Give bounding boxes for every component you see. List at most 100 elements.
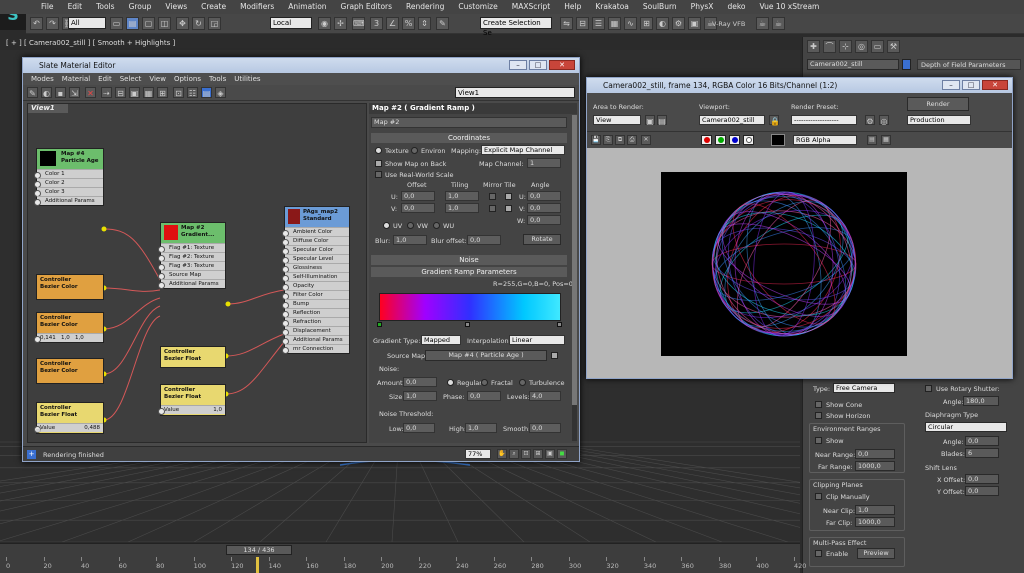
shutter-angle-field[interactable]: 180,0 xyxy=(963,396,999,406)
environment-icon[interactable]: ◎ xyxy=(879,115,889,126)
node-controller-float-1[interactable]: Controller Bezier Float Value 0,488 xyxy=(34,402,104,434)
pivot-icon[interactable]: ◉ xyxy=(318,17,331,30)
pags-slot-self-illumination[interactable]: Self-Illumination xyxy=(282,272,349,282)
lock-icon[interactable]: 🔒 xyxy=(769,115,780,126)
map2-slot-flag1[interactable]: Flag #1: Texture xyxy=(158,243,225,253)
save-image-icon[interactable]: 💾 xyxy=(591,135,601,145)
environ-radio[interactable] xyxy=(411,147,418,154)
menu-customize[interactable]: Customize xyxy=(451,0,504,14)
v-angle-field[interactable]: 0,0 xyxy=(527,203,561,213)
time-slider[interactable]: 134 / 436 xyxy=(226,545,292,555)
clip-manually-checkbox[interactable] xyxy=(815,493,822,500)
pags-slot-mr-connection[interactable]: mr Connection xyxy=(282,344,349,354)
node-controller-float-3[interactable]: Controller Bezier Float Value 1,0 xyxy=(158,384,226,416)
render-mode-dropdown[interactable]: Production xyxy=(907,115,971,125)
pags-slot-glossiness[interactable]: Glossiness xyxy=(282,263,349,273)
source-map-button[interactable]: Map #4 ( Particle Age ) xyxy=(425,350,547,361)
curve-editor-icon[interactable]: ∿ xyxy=(624,17,637,30)
menu-file[interactable]: File xyxy=(34,0,61,14)
layout-children-icon[interactable]: ⊡ xyxy=(173,87,184,98)
object-name-field[interactable]: Camera002_still xyxy=(807,59,899,70)
real-world-checkbox[interactable] xyxy=(375,171,382,178)
material-editor-icon[interactable]: ◐ xyxy=(656,17,669,30)
w-angle-field[interactable]: 0,0 xyxy=(527,215,561,225)
object-color-swatch[interactable] xyxy=(902,59,911,70)
slate-menu-select[interactable]: Select xyxy=(116,73,146,85)
render-close-button[interactable]: ✕ xyxy=(982,80,1008,90)
noise-rollout-header[interactable]: Noise xyxy=(371,255,567,265)
clear-icon[interactable]: ✕ xyxy=(641,135,651,145)
menu-help[interactable]: Help xyxy=(557,0,588,14)
rendered-image[interactable] xyxy=(661,172,907,356)
redo-icon[interactable]: ↷ xyxy=(46,17,59,30)
align-icon[interactable]: ⊟ xyxy=(576,17,589,30)
slate-menu-material[interactable]: Material xyxy=(58,73,94,85)
menu-vue-10-xstream[interactable]: Vue 10 xStream xyxy=(752,0,826,14)
render-setup-small-icon[interactable]: ⚙ xyxy=(865,115,875,126)
display-tab-icon[interactable]: ▭ xyxy=(871,40,884,53)
binoculars-icon[interactable]: ⚭ xyxy=(34,426,42,437)
edit-named-selection-icon[interactable]: ✎ xyxy=(436,17,449,30)
status-plus-icon[interactable]: + xyxy=(27,450,36,459)
slate-menu-view[interactable]: View xyxy=(145,73,170,85)
show-background-icon[interactable]: ▦ xyxy=(143,87,154,98)
menu-tools[interactable]: Tools xyxy=(89,0,121,14)
menu-edit[interactable]: Edit xyxy=(61,0,90,14)
zoom-region-icon[interactable]: ⊡ xyxy=(521,449,531,459)
amount-field[interactable]: 0,0 xyxy=(403,377,437,387)
pags-slot-reflection[interactable]: Reflection xyxy=(282,308,349,318)
graphite-icon[interactable]: ▦ xyxy=(608,17,621,30)
mp-enable-checkbox[interactable] xyxy=(815,550,822,557)
zoom-extents-icon[interactable]: ⊞ xyxy=(533,449,543,459)
menu-animation[interactable]: Animation xyxy=(281,0,333,14)
camera-type-dropdown[interactable]: Free Camera xyxy=(833,383,895,393)
u-offset-field[interactable]: 0,0 xyxy=(401,191,435,201)
map4-slot-color2[interactable]: Color 2 xyxy=(34,178,103,188)
pags-slot-refraction[interactable]: Refraction xyxy=(282,317,349,327)
window-crossing-icon[interactable]: ◫ xyxy=(158,17,171,30)
source-map-checkbox[interactable] xyxy=(551,352,558,359)
map2-slot-source[interactable]: Source Map xyxy=(158,270,225,280)
move-icon[interactable]: ✥ xyxy=(176,17,189,30)
snap-icon[interactable]: 3 xyxy=(370,17,383,30)
schematic-view-icon[interactable]: ⊞ xyxy=(640,17,653,30)
rendered-frame-icon[interactable]: ▣ xyxy=(688,17,701,30)
wu-radio[interactable] xyxy=(433,222,440,229)
select-manipulate-icon[interactable]: ✢ xyxy=(334,17,347,30)
u-angle-field[interactable]: 0,0 xyxy=(527,191,561,201)
y-offset-field[interactable]: 0,0 xyxy=(965,486,999,496)
c2-val-2[interactable]: 1,0 xyxy=(61,335,70,341)
node-map2-gradient[interactable]: Map #2 Gradient... Flag #1: Texture Flag … xyxy=(158,222,226,289)
node-controller-color-1[interactable]: Controller Bezier Color xyxy=(36,274,104,300)
assign-material-icon[interactable]: ▪ xyxy=(55,87,66,98)
clone-window-icon[interactable]: ⧉ xyxy=(615,135,625,145)
render-preset-dropdown[interactable]: ------------------- xyxy=(791,115,857,125)
fractal-radio[interactable] xyxy=(481,379,488,386)
pick-material-icon[interactable]: ✎ xyxy=(27,87,38,98)
map-name-field[interactable]: Map #2 xyxy=(371,117,567,128)
pags-slot-ambient-color[interactable]: Ambient Color xyxy=(282,227,349,237)
copy-image-icon[interactable]: ⎘ xyxy=(603,135,613,145)
gradient-type-dropdown[interactable]: Mapped xyxy=(421,335,461,345)
motion-tab-icon[interactable]: ◎ xyxy=(855,40,868,53)
smooth-field[interactable]: 0,0 xyxy=(529,423,561,433)
close-button[interactable]: ✕ xyxy=(549,60,575,70)
far-range-field[interactable]: 1000,0 xyxy=(855,461,895,471)
blur-field[interactable]: 1,0 xyxy=(393,235,427,245)
select-by-material-icon[interactable]: ◈ xyxy=(215,87,226,98)
menu-soulburn[interactable]: SoulBurn xyxy=(636,0,684,14)
node-controller-color-3[interactable]: Controller Bezier Color xyxy=(36,358,104,384)
selection-filter-dropdown[interactable]: All xyxy=(68,17,106,29)
mapping-dropdown[interactable]: Explicit Map Channel xyxy=(481,145,565,155)
render-minimize-button[interactable]: – xyxy=(942,80,960,90)
pags-slot-specular-color[interactable]: Specular Color xyxy=(282,245,349,255)
slate-menu-tools[interactable]: Tools xyxy=(205,73,230,85)
map2-slot-additional[interactable]: Additional Params xyxy=(158,279,225,289)
turbulence-radio[interactable] xyxy=(519,379,526,386)
select-by-name-icon[interactable]: ▤ xyxy=(126,17,139,30)
print-icon[interactable]: ⎙ xyxy=(627,135,637,145)
view-dropdown[interactable]: View1 xyxy=(455,87,575,98)
x-offset-field[interactable]: 0,0 xyxy=(965,474,999,484)
menu-rendering[interactable]: Rendering xyxy=(399,0,451,14)
f2-value[interactable]: 1,0 xyxy=(213,406,225,415)
